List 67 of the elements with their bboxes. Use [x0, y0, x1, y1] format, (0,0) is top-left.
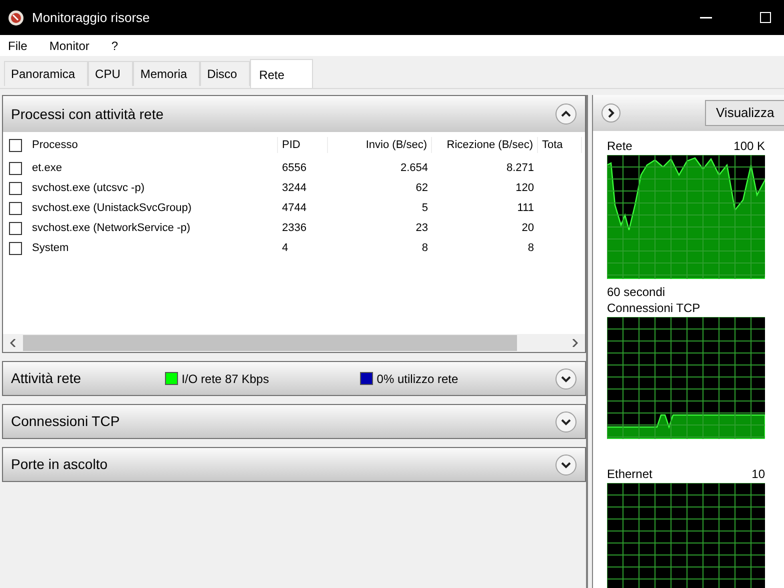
- table-cell-text: svchost.exe (utcsvc -p): [31, 180, 146, 196]
- checkbox[interactable]: [9, 242, 22, 254]
- table-cell-text: 23: [414, 220, 429, 236]
- graph-scale: 100 K: [734, 138, 765, 155]
- collapse-icon[interactable]: [555, 103, 577, 125]
- maximize-icon[interactable]: [760, 12, 771, 23]
- forward-icon[interactable]: [601, 103, 621, 123]
- table-cell-text: 8: [526, 240, 535, 256]
- checkbox[interactable]: [9, 222, 22, 234]
- window-title: Monitoraggio risorse: [32, 8, 150, 27]
- graph-time-span: 60 secondi: [607, 284, 666, 299]
- section-title: Attività rete: [11, 369, 82, 388]
- checkbox[interactable]: [9, 162, 22, 174]
- tab[interactable]: Disco: [200, 61, 250, 86]
- section-header[interactable]: Connessioni TCP: [2, 404, 586, 439]
- horizontal-scrollbar[interactable]: [3, 334, 585, 352]
- graph-label: Ethernet: [607, 466, 652, 483]
- table-cell-text: 3244: [281, 180, 308, 196]
- table-cell-text: 4: [281, 240, 290, 256]
- menu-item[interactable]: File: [4, 36, 32, 54]
- table-cell-text: 20: [520, 220, 535, 236]
- table-cell-text: 120: [514, 180, 535, 196]
- tab[interactable]: CPU: [88, 61, 134, 86]
- table-cell-text: 6556: [281, 160, 308, 176]
- table-cell-text: svchost.exe (NetworkService -p): [31, 220, 192, 236]
- table-cell-text: 4744: [281, 200, 308, 216]
- table-cell-text: 2336: [281, 220, 308, 236]
- column-header[interactable]: Processo: [28, 136, 278, 154]
- view-button[interactable]: Visualizza: [705, 100, 784, 126]
- expand-icon[interactable]: [555, 368, 577, 390]
- expand-icon[interactable]: [555, 410, 577, 432]
- section-header[interactable]: Porte in ascolto: [2, 447, 586, 482]
- scrollbar-thumb[interactable]: [23, 335, 517, 351]
- table-cell-text: 111: [516, 200, 535, 216]
- checkbox[interactable]: [9, 202, 22, 214]
- section-title: Porte in ascolto: [11, 455, 108, 474]
- table-cell-text: 5: [420, 200, 429, 216]
- table-cell-text: svchost.exe (UnistackSvcGroup): [31, 200, 193, 216]
- tab[interactable]: Rete: [250, 59, 314, 88]
- table-cell-text: et.exe: [31, 160, 63, 176]
- section-title: Processi con attività rete: [11, 104, 164, 124]
- legend-label: 0% utilizzo rete: [376, 370, 458, 388]
- menu-item[interactable]: Monitor: [45, 36, 94, 54]
- tab[interactable]: Panoramica: [4, 61, 88, 86]
- column-header[interactable]: Invio (B/sec): [328, 136, 432, 154]
- section-header[interactable]: Attività rete I/O rete 87 Kbps 0% utilizzo rete: [2, 361, 586, 396]
- table-cell-text: 2.654: [399, 160, 429, 176]
- graph-label: Rete: [607, 138, 632, 155]
- table-cell-text: System: [31, 240, 70, 256]
- section-header[interactable]: Processi con attività rete: [3, 96, 585, 132]
- minimize-icon[interactable]: [700, 16, 712, 18]
- column-header[interactable]: Tota: [538, 136, 582, 154]
- checkbox[interactable]: [9, 182, 22, 194]
- section-title: Connessioni TCP: [11, 412, 121, 431]
- column-header[interactable]: PID: [278, 136, 328, 154]
- legend-label: I/O rete 87 Kbps: [182, 370, 269, 388]
- checkbox[interactable]: [9, 138, 22, 152]
- column-header[interactable]: Ricezione (B/sec): [432, 136, 538, 154]
- table-cell-text: 8: [420, 240, 429, 256]
- expand-icon[interactable]: [555, 454, 577, 476]
- tab[interactable]: Memoria: [133, 61, 200, 86]
- table-cell-text: 8.271: [505, 160, 535, 176]
- table-cell-text: 62: [414, 180, 429, 196]
- graph-scale: 10: [752, 466, 765, 483]
- graph-label: Connessioni TCP: [607, 300, 700, 317]
- menu-item[interactable]: ?: [107, 36, 122, 54]
- app-icon: [8, 10, 24, 26]
